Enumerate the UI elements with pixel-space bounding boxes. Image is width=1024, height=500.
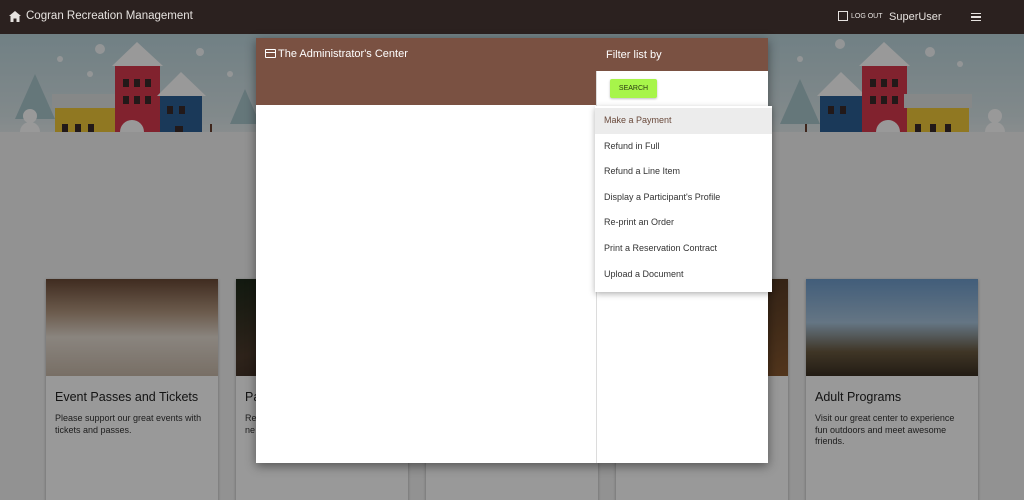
hamburger-menu-icon[interactable] (971, 13, 981, 21)
menu-item-refund-line-item[interactable]: Refund a Line Item (595, 159, 772, 185)
filter-label: Filter list by (606, 49, 662, 61)
filter-header: Filter list by (596, 38, 768, 71)
dialog-title: The Administrator's Center (278, 48, 408, 60)
app-title[interactable]: Cogran Recreation Management (26, 10, 193, 22)
menu-item-display-profile[interactable]: Display a Participant's Profile (595, 185, 772, 211)
home-icon[interactable] (9, 11, 21, 22)
menu-item-upload-document[interactable]: Upload a Document (595, 262, 772, 288)
search-button[interactable]: SEARCH (610, 79, 657, 98)
logout-icon (838, 11, 848, 21)
logout-button[interactable]: LOG OUT (838, 11, 883, 21)
logout-label: LOG OUT (851, 12, 883, 20)
menu-item-refund-full[interactable]: Refund in Full (595, 134, 772, 160)
credit-card-icon (265, 49, 276, 58)
top-bar: Cogran Recreation Management LOG OUT Sup… (0, 0, 1024, 34)
dialog-header: The Administrator's Center (256, 38, 596, 105)
action-menu: Make a Payment Refund in Full Refund a L… (595, 106, 772, 292)
menu-item-reprint-order[interactable]: Re-print an Order (595, 210, 772, 236)
menu-item-print-contract[interactable]: Print a Reservation Contract (595, 236, 772, 262)
username[interactable]: SuperUser (889, 11, 942, 23)
menu-item-make-payment[interactable]: Make a Payment (595, 108, 772, 134)
